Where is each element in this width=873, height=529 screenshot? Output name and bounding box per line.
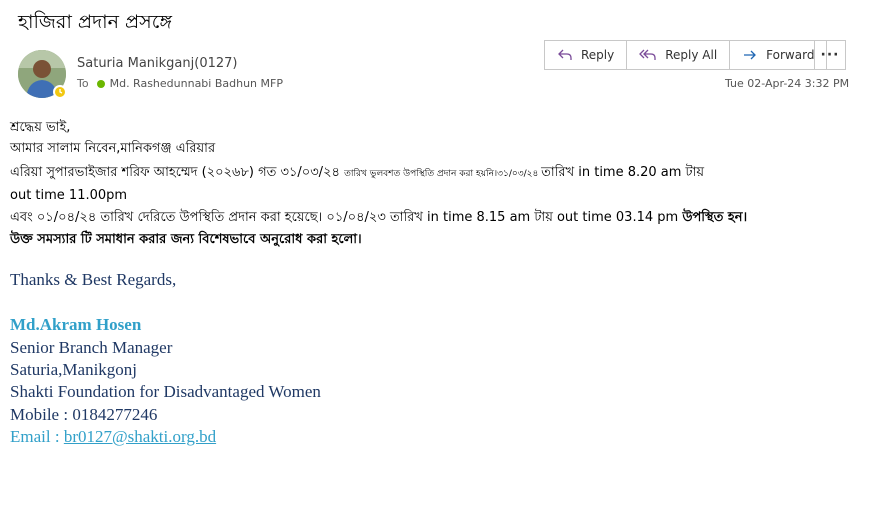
reply-label: Reply — [581, 48, 615, 62]
message-actions: Reply Reply All Forward — [544, 40, 828, 70]
more-actions-button[interactable]: ··· — [814, 40, 846, 70]
email-label: Email : — [10, 427, 64, 446]
email-link[interactable]: br0127@shakti.org.bd — [64, 427, 216, 446]
signature-name: Md.Akram Hosen — [10, 315, 142, 334]
received-timestamp: Tue 02-Apr-24 3:32 PM — [725, 77, 850, 90]
reply-icon — [558, 49, 572, 60]
presence-away-icon — [53, 85, 67, 99]
sender-name[interactable]: Saturia Manikganj(0127) — [77, 56, 237, 71]
recipient-name[interactable]: Md. Rashedunnabi Badhun MFP — [110, 77, 283, 90]
body-line: এরিয়া সুপারভাইজার শরিফ আহম্মেদ (২০২৬৮) … — [10, 163, 704, 184]
signature-email: Email : br0127@shakti.org.bd — [10, 427, 216, 447]
signature-location: Saturia,Manikgonj — [10, 360, 138, 379]
to-label: To — [77, 77, 89, 90]
signature-regards: Thanks & Best Regards, — [10, 270, 177, 289]
forward-label: Forward — [766, 48, 815, 62]
body-text: এবং ০১/০৪/২৪ তারিখ দেরিতে উপস্থিতি প্রদা… — [10, 210, 683, 225]
reply-button[interactable]: Reply — [545, 41, 628, 69]
email-subject: হাজিরা প্রদান প্রসঙ্গে — [18, 11, 172, 33]
body-text: এরিয়া সুপারভাইজার শরিফ আহম্মেদ (২০২৬৮) … — [10, 165, 345, 180]
reply-all-label: Reply All — [665, 48, 718, 62]
body-line: এবং ০১/০৪/২৪ তারিখ দেরিতে উপস্থিতি প্রদা… — [10, 208, 747, 229]
recipient-line: To Md. Rashedunnabi Badhun MFP — [77, 77, 283, 90]
body-text: তারিখ in time 8.20 am টায় — [541, 165, 705, 180]
signature-title: Senior Branch Manager — [10, 338, 173, 357]
body-text-small: তারিখ ভুলবশত উপস্থিতি প্রদান করা হয়নি।৩… — [344, 169, 542, 179]
body-line: আমার সালাম নিবেন,মানিকগঞ্জ এরিয়ার — [10, 141, 216, 156]
recipient-status-icon — [96, 79, 105, 88]
forward-button[interactable]: Forward — [730, 41, 826, 69]
forward-icon — [744, 50, 757, 60]
reply-all-button[interactable]: Reply All — [627, 41, 731, 69]
reply-all-icon — [639, 49, 656, 60]
body-text-bold: উপস্থিত হন। — [682, 210, 748, 225]
signature-mobile: Mobile : 0184277246 — [10, 405, 158, 424]
signature-organization: Shakti Foundation for Disadvantaged Wome… — [10, 382, 321, 401]
greeting: শ্রদ্ধেয় ভাই, — [10, 120, 71, 135]
body-request-line: উক্ত সমস্যার টি সমাধান করার জন্য বিশেষভা… — [10, 232, 362, 247]
body-line: out time 11.00pm — [10, 188, 128, 203]
